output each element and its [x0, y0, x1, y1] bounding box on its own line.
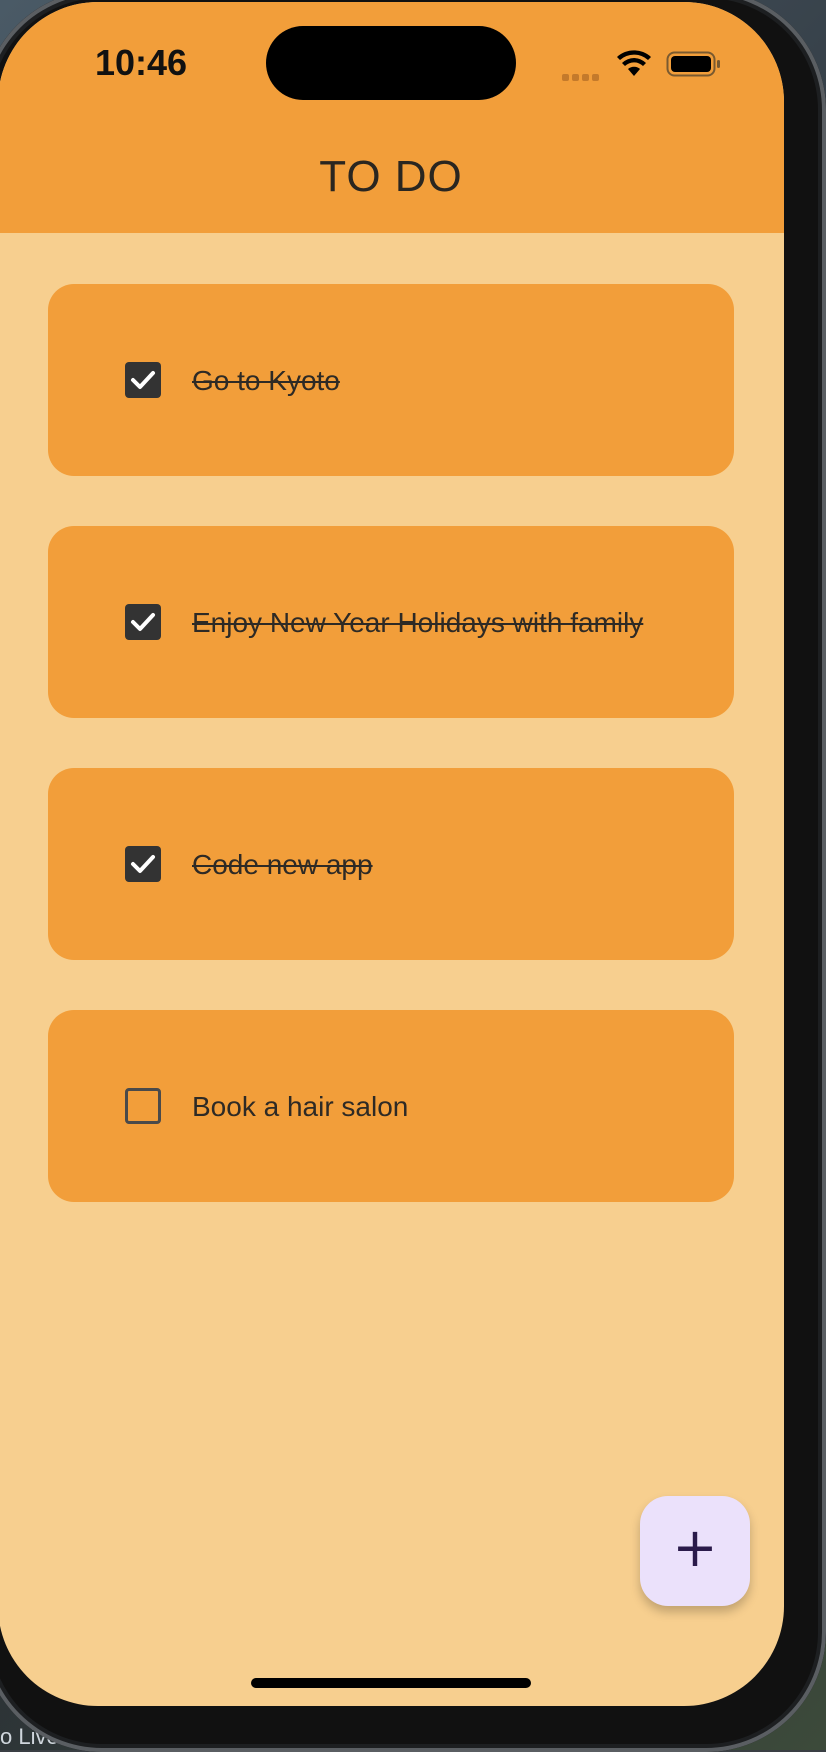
todo-label: Enjoy New Year Holidays with family — [192, 607, 644, 638]
add-todo-button[interactable]: + — [640, 1496, 750, 1606]
checkbox-checked[interactable] — [125, 362, 161, 398]
phone-frame: 10:46 TO DO Go to Kyoto Enjoy New Year H… — [0, 0, 826, 1752]
app-bar: 10:46 TO DO — [0, 2, 784, 233]
home-indicator — [251, 1678, 531, 1688]
checkmark-icon — [131, 371, 155, 389]
wifi-icon — [616, 50, 652, 78]
plus-icon: + — [672, 1516, 718, 1579]
todo-list: Go to Kyoto Enjoy New Year Holidays with … — [48, 284, 734, 1252]
todo-label: Book a hair salon — [192, 1091, 409, 1122]
checkbox-checked[interactable] — [125, 604, 161, 640]
cellular-signal-icon — [562, 68, 604, 81]
dynamic-island — [266, 26, 516, 100]
todo-label: Code new app — [192, 849, 373, 880]
checkmark-icon — [131, 855, 155, 873]
checkbox-checked[interactable] — [125, 846, 161, 882]
page-title: TO DO — [319, 152, 463, 201]
status-time: 10:46 — [95, 42, 188, 83]
battery-icon — [666, 50, 722, 78]
app-screen: 10:46 TO DO Go to Kyoto Enjoy New Year H… — [0, 2, 784, 1706]
checkbox-unchecked[interactable] — [125, 1088, 161, 1124]
checkmark-icon — [131, 613, 155, 631]
todo-card[interactable]: Go to Kyoto — [48, 284, 734, 476]
todo-card[interactable]: Code new app — [48, 768, 734, 960]
todo-card[interactable]: Book a hair salon — [48, 1010, 734, 1202]
todo-card[interactable]: Enjoy New Year Holidays with family — [48, 526, 734, 718]
todo-label: Go to Kyoto — [192, 365, 340, 396]
